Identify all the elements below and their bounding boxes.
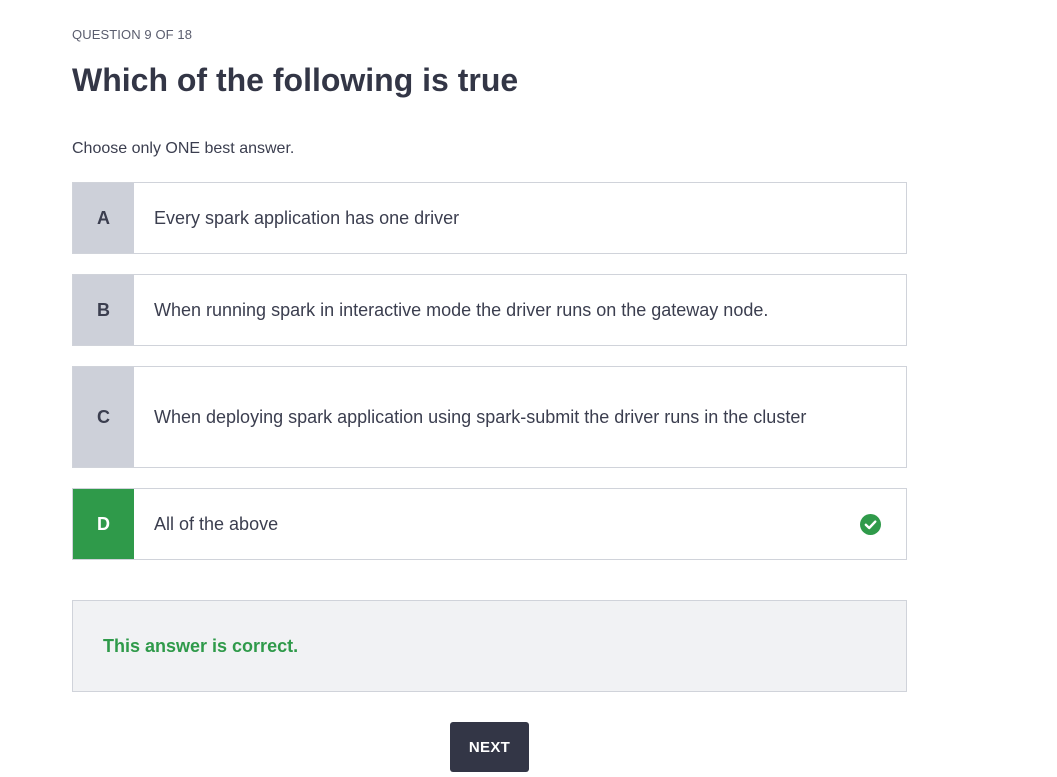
option-text: When running spark in interactive mode t…: [154, 300, 769, 320]
question-progress: QUESTION 9 OF 18: [72, 27, 193, 42]
option-text: When deploying spark application using s…: [154, 407, 807, 427]
next-button[interactable]: NEXT: [450, 722, 529, 772]
option-letter: B: [73, 275, 134, 345]
answer-instructions: Choose only ONE best answer.: [72, 140, 295, 157]
option-text-wrap: When deploying spark application using s…: [134, 367, 906, 467]
option-text: All of the above: [154, 514, 279, 534]
option-letter: A: [73, 183, 134, 253]
option-text-wrap: When running spark in interactive mode t…: [134, 275, 906, 345]
option-letter: C: [73, 367, 134, 467]
option-text-wrap: Every spark application has one driver: [134, 183, 906, 253]
answer-option-b[interactable]: B When running spark in interactive mode…: [72, 274, 907, 346]
option-text: Every spark application has one driver: [154, 208, 460, 228]
feedback-message: This answer is correct.: [103, 635, 299, 656]
option-letter: D: [73, 489, 134, 559]
answer-option-a[interactable]: A Every spark application has one driver: [72, 182, 907, 254]
option-text-wrap: All of the above: [134, 489, 906, 559]
question-title: Which of the following is true: [72, 62, 519, 98]
quiz-page: QUESTION 9 OF 18 Which of the following …: [0, 0, 1057, 777]
answer-option-d[interactable]: D All of the above: [72, 488, 907, 560]
feedback-panel: This answer is correct.: [72, 600, 907, 692]
check-circle-icon: [860, 514, 881, 535]
answer-option-c[interactable]: C When deploying spark application using…: [72, 366, 907, 468]
